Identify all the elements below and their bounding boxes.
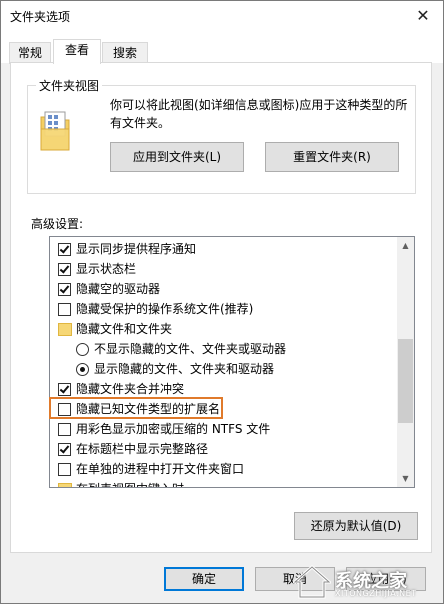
folder-views-description: 你可以将此视图(如详细信息或图标)应用于这种类型的所 有文件夹。 bbox=[110, 96, 410, 132]
scroll-up-icon[interactable]: ▲ bbox=[397, 237, 414, 254]
checkbox[interactable] bbox=[58, 263, 71, 276]
list-item-label: 在列表视图中键入时 bbox=[76, 479, 184, 487]
view-tab-panel: 文件夹视图 你可以将此视图(如详细信息或图标)应用于这种类型的所 有文件夹。 应… bbox=[10, 62, 432, 553]
list-item-label: 隐藏文件和文件夹 bbox=[76, 322, 173, 336]
checkbox[interactable] bbox=[58, 423, 71, 436]
list-item-label: 隐藏空的驱动器 bbox=[76, 282, 161, 296]
folder-options-dialog: 文件夹选项 ✕ 常规 查看 搜索 文件夹视图 你可以将此视图(如详细信息或图标)… bbox=[0, 0, 444, 604]
scroll-down-icon[interactable]: ▼ bbox=[397, 470, 414, 487]
folder-views-group: 文件夹视图 你可以将此视图(如详细信息或图标)应用于这种类型的所 有文件夹。 应… bbox=[27, 77, 416, 194]
advanced-settings-label: 高级设置: bbox=[31, 217, 84, 231]
scroll-thumb[interactable] bbox=[398, 339, 413, 423]
list-item-label: 在单独的进程中打开文件夹窗口 bbox=[76, 462, 245, 476]
checkbox[interactable] bbox=[58, 303, 71, 316]
folder-icon bbox=[58, 323, 72, 336]
folder-icon bbox=[58, 483, 72, 487]
window-title: 文件夹选项 bbox=[10, 10, 71, 24]
tab-view[interactable]: 查看 bbox=[53, 39, 101, 64]
tab-general[interactable]: 常规 bbox=[9, 42, 51, 64]
reset-folders-button[interactable]: 重置文件夹(R) bbox=[265, 142, 399, 172]
tab-search[interactable]: 搜索 bbox=[102, 42, 148, 64]
tab-strip: 常规 查看 搜索 bbox=[1, 31, 443, 64]
list-item-label: 隐藏文件夹合并冲突 bbox=[76, 382, 185, 396]
checkbox[interactable] bbox=[58, 283, 71, 296]
ok-button[interactable]: 确定 bbox=[164, 567, 244, 591]
folder-views-description-line1: 你可以将此视图(如详细信息或图标)应用于这种类型的所 bbox=[110, 98, 408, 112]
list-item-label: 显示同步提供程序通知 bbox=[76, 242, 197, 256]
vertical-scrollbar[interactable]: ▲ ▼ bbox=[397, 237, 414, 487]
apply-to-folders-button[interactable]: 应用到文件夹(L) bbox=[110, 142, 244, 172]
advanced-settings-list[interactable]: 显示同步提供程序通知 显示状态栏 隐藏空的驱动器 隐藏受保护的操作系统文件(推荐… bbox=[49, 236, 415, 488]
list-item-label: 显示状态栏 bbox=[76, 262, 137, 276]
radio-button[interactable] bbox=[76, 363, 89, 376]
cancel-button[interactable]: 取消 bbox=[255, 567, 335, 591]
checkbox[interactable] bbox=[58, 383, 71, 396]
list-item-label: 显示隐藏的文件、文件夹和驱动器 bbox=[94, 362, 275, 376]
checkbox[interactable] bbox=[58, 443, 71, 456]
title-bar: 文件夹选项 ✕ bbox=[1, 1, 443, 31]
close-icon[interactable]: ✕ bbox=[411, 5, 435, 27]
list-item-label: 隐藏已知文件类型的扩展名 bbox=[76, 402, 221, 416]
checkbox[interactable] bbox=[58, 243, 71, 256]
list-item-label: 用彩色显示加密或压缩的 NTFS 文件 bbox=[76, 422, 271, 436]
apply-button[interactable]: 应用(A) bbox=[346, 567, 426, 591]
list-item-label: 在标题栏中显示完整路径 bbox=[76, 442, 209, 456]
folder-view-icon bbox=[40, 111, 70, 151]
list-item-label: 隐藏受保护的操作系统文件(推荐) bbox=[76, 302, 254, 316]
list-item-label: 不显示隐藏的文件、文件夹或驱动器 bbox=[94, 342, 287, 356]
checkbox[interactable] bbox=[58, 403, 71, 416]
restore-defaults-button[interactable]: 还原为默认值(D) bbox=[294, 512, 418, 540]
folder-views-description-line2: 有文件夹。 bbox=[110, 116, 171, 130]
checkbox[interactable] bbox=[58, 463, 71, 476]
folder-views-legend: 文件夹视图 bbox=[36, 77, 103, 94]
radio-button[interactable] bbox=[76, 343, 89, 356]
